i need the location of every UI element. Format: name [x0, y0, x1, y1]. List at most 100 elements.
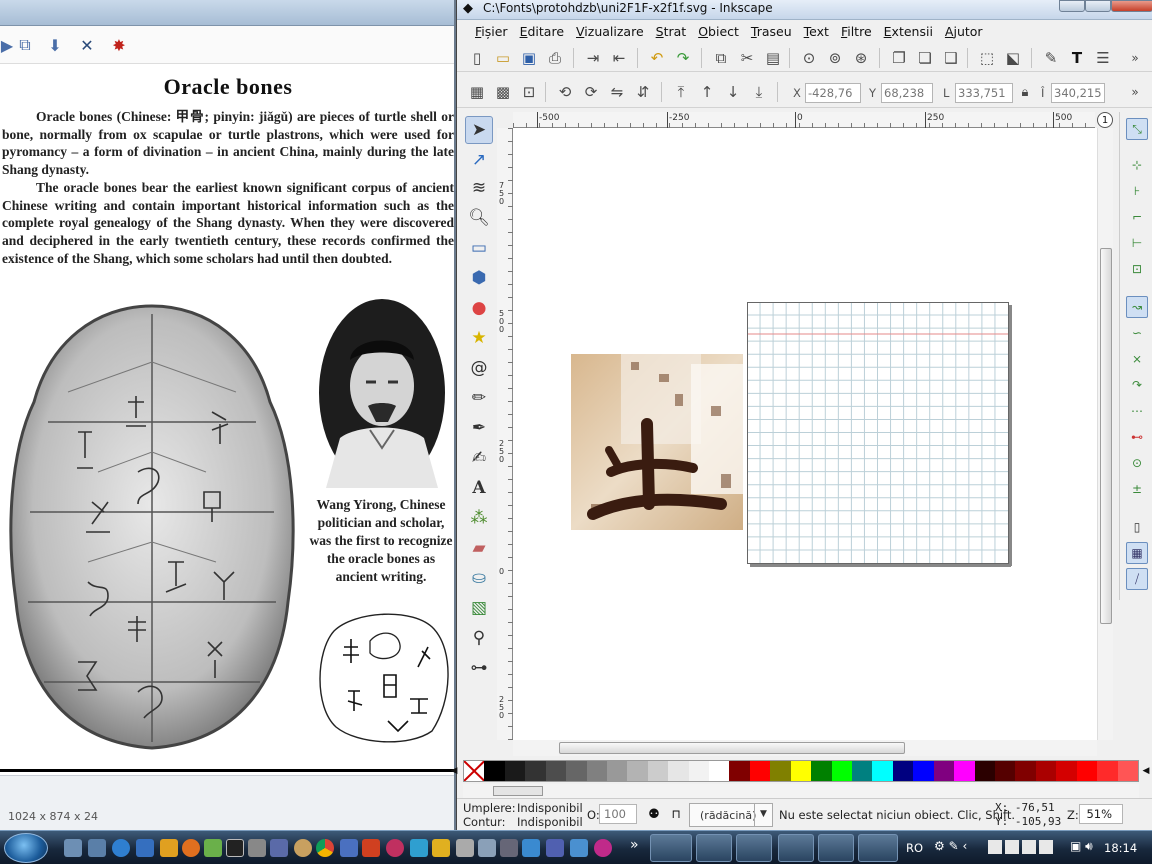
- ungroup-icon[interactable]: ⬕: [1003, 48, 1023, 68]
- ellipse-tool-icon[interactable]: ●: [465, 294, 493, 322]
- no-paint-swatch[interactable]: [463, 760, 486, 782]
- dropper-tool-icon[interactable]: ⚲: [465, 624, 493, 652]
- inkscape-titlebar[interactable]: ◆ C:\Fonts\protohdzb\uni2F1F-x2f1f.svg -…: [457, 0, 1152, 20]
- calligraphy-tool-icon[interactable]: ✍: [465, 444, 493, 472]
- media-player-icon[interactable]: [160, 839, 178, 857]
- snap-toggle-icon[interactable]: ⤡: [1126, 118, 1148, 140]
- internet-explorer-icon[interactable]: [112, 839, 130, 857]
- open-icon[interactable]: ▭: [493, 48, 513, 68]
- rectangle-tool-icon[interactable]: ▭: [465, 234, 493, 262]
- menu-item[interactable]: Strat: [650, 24, 693, 39]
- taskbar-inkscape-button[interactable]: [858, 834, 898, 862]
- color-swatch[interactable]: [566, 761, 587, 781]
- copy-icon[interactable]: ⧉: [711, 48, 731, 68]
- app-icon-8[interactable]: [478, 839, 496, 857]
- eraser-tool-icon[interactable]: ▰: [465, 534, 493, 562]
- tray-box-icon[interactable]: [988, 840, 1002, 854]
- x-field[interactable]: -428,76: [805, 83, 861, 103]
- close-button[interactable]: [1111, 0, 1152, 12]
- color-swatch[interactable]: [504, 761, 526, 781]
- quicklaunch-overflow-icon[interactable]: »: [630, 837, 639, 853]
- text-tool-icon[interactable]: A: [465, 474, 493, 502]
- color-swatch[interactable]: [790, 761, 812, 781]
- fill-stroke-icon[interactable]: ✎: [1041, 48, 1061, 68]
- snap-object-center-icon[interactable]: ⊷: [1126, 426, 1148, 448]
- color-swatch[interactable]: [709, 761, 730, 781]
- snap-page-border-icon[interactable]: ▯: [1126, 516, 1148, 538]
- flip-vertical-icon[interactable]: ⇵: [633, 82, 653, 102]
- select-all-icon[interactable]: ▦: [467, 82, 487, 102]
- command-prompt-icon[interactable]: [226, 839, 244, 857]
- taskbar-circle-button[interactable]: [818, 834, 854, 862]
- menu-item[interactable]: Traseu: [745, 24, 798, 39]
- raise-to-top-icon[interactable]: ⤒: [671, 82, 691, 102]
- star-tool-icon[interactable]: ★: [465, 324, 493, 352]
- color-swatch[interactable]: [852, 761, 873, 781]
- palette-menu-icon[interactable]: ◀: [1139, 760, 1152, 782]
- pencil-tool-icon[interactable]: ✏: [465, 384, 493, 412]
- app-icon-12[interactable]: [570, 839, 588, 857]
- menu-item[interactable]: Ajutor: [939, 24, 989, 39]
- stroke-value[interactable]: Indisponibil: [517, 815, 583, 829]
- snap-intersection-icon[interactable]: ⨯: [1126, 348, 1148, 370]
- zoom-field[interactable]: 51%: [1079, 804, 1123, 824]
- group-icon[interactable]: ⬚: [977, 48, 997, 68]
- app-icon-13[interactable]: [594, 839, 612, 857]
- app-icon-10[interactable]: [522, 839, 540, 857]
- start-button[interactable]: [4, 833, 48, 863]
- color-swatch[interactable]: [933, 761, 955, 781]
- color-swatch[interactable]: [668, 761, 689, 781]
- zoom-tool-icon[interactable]: 🔍︎: [465, 204, 493, 232]
- select-all-layers-icon[interactable]: ▩: [493, 82, 513, 102]
- horizontal-scrollbar[interactable]: [513, 740, 1097, 756]
- spiral-tool-icon[interactable]: @: [465, 354, 493, 382]
- color-swatch[interactable]: [749, 761, 771, 781]
- zoom-page-icon[interactable]: ⊛: [851, 48, 871, 68]
- snap-bbox-midpoint-icon[interactable]: ⊢: [1126, 232, 1148, 254]
- rotate-ccw-icon[interactable]: ⟲: [555, 82, 575, 102]
- raise-icon[interactable]: ↑: [697, 82, 717, 102]
- taskbar-cmd-button[interactable]: [778, 834, 814, 862]
- new-document-icon[interactable]: ▯: [467, 48, 487, 68]
- pen-tool-icon[interactable]: ✒: [465, 414, 493, 442]
- app-icon-4[interactable]: [386, 839, 404, 857]
- chevron-down-icon[interactable]: ▼: [754, 803, 772, 827]
- color-swatch[interactable]: [1015, 761, 1036, 781]
- color-swatch[interactable]: [1035, 761, 1057, 781]
- tray-box-icon[interactable]: [1022, 840, 1036, 854]
- zoom-drawing-icon[interactable]: ⊚: [825, 48, 845, 68]
- horizontal-scroll-thumb[interactable]: [559, 742, 905, 754]
- taskbar-notepad-button[interactable]: [696, 834, 732, 862]
- language-indicator[interactable]: RO: [906, 841, 923, 855]
- lower-to-bottom-icon[interactable]: ⤓: [749, 82, 769, 102]
- palette-scrollbar[interactable]: [463, 784, 1139, 798]
- snap-bbox-edge-icon[interactable]: ⊦: [1126, 180, 1148, 202]
- color-swatch[interactable]: [627, 761, 648, 781]
- color-swatch[interactable]: [1117, 761, 1138, 781]
- selector-tool-icon[interactable]: ➤: [465, 116, 493, 144]
- menu-item[interactable]: Fișier: [469, 24, 514, 39]
- color-swatch[interactable]: [994, 761, 1016, 781]
- spray-tool-icon[interactable]: ⁂: [465, 504, 493, 532]
- drawing-canvas[interactable]: ⇱: [513, 128, 1097, 740]
- color-swatch[interactable]: [729, 761, 750, 781]
- menu-item[interactable]: Extensii: [878, 24, 939, 39]
- volume-icon[interactable]: ▣ 🔊︎: [1070, 839, 1093, 854]
- color-swatch[interactable]: [484, 761, 505, 781]
- color-swatch[interactable]: [647, 761, 669, 781]
- viewer-titlebar[interactable]: [0, 0, 454, 26]
- snap-guide-icon[interactable]: ⧸: [1126, 568, 1148, 590]
- color-swatch[interactable]: [892, 761, 914, 781]
- color-swatch[interactable]: [1097, 761, 1118, 781]
- lower-icon[interactable]: ↓: [723, 82, 743, 102]
- 3d-box-tool-icon[interactable]: ⬢: [465, 264, 493, 292]
- print-icon[interactable]: ⎙: [545, 48, 565, 68]
- controls-overflow-icon[interactable]: »: [1125, 82, 1145, 102]
- width-field[interactable]: 333,751: [955, 83, 1013, 103]
- unlink-clone-icon[interactable]: ❑: [941, 48, 961, 68]
- exit-icon[interactable]: ✸: [108, 34, 130, 56]
- app-icon-11[interactable]: [546, 839, 564, 857]
- color-swatch[interactable]: [811, 761, 832, 781]
- vertical-scrollbar[interactable]: [1097, 128, 1113, 740]
- deselect-icon[interactable]: ⊡: [519, 82, 539, 102]
